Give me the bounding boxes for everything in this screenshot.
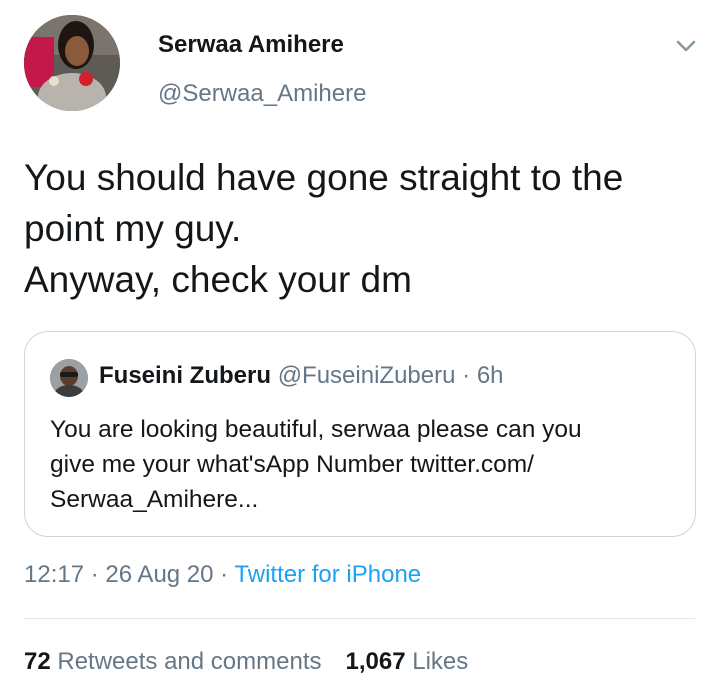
quoted-author-name: Fuseini Zuberu xyxy=(99,362,272,389)
meta-separator: · xyxy=(84,561,106,588)
tweet-stats: 72 Retweets and comments 1,067 Likes xyxy=(24,648,468,676)
likes-count: 1,067 xyxy=(345,648,406,675)
author-name[interactable]: Serwaa Amihere xyxy=(158,31,344,59)
tweet-text: You should have gone straight to the poi… xyxy=(24,152,704,305)
quoted-text: You are looking beautiful, serwaa please… xyxy=(50,412,680,517)
tweet-source-link[interactable]: Twitter for iPhone xyxy=(234,561,421,588)
tweet-time: 12:17 xyxy=(24,561,85,588)
quoted-text-line: Serwaa_Amihere... xyxy=(50,486,259,513)
tweet-detail: Serwaa Amihere @Serwaa_Amihere You shoul… xyxy=(0,0,719,686)
quoted-header: Fuseini Zuberu @FuseiniZuberu · 6h xyxy=(99,362,504,390)
tweet-text-line: You should have gone straight to the xyxy=(24,157,624,198)
author-handle[interactable]: @Serwaa_Amihere xyxy=(158,80,366,108)
likes-stat[interactable]: 1,067 Likes xyxy=(346,648,469,675)
tweet-date: 26 Aug 20 xyxy=(105,561,214,588)
retweets-label: Retweets and comments xyxy=(57,648,322,675)
meta-separator: · xyxy=(213,561,235,588)
author-avatar-photo xyxy=(24,15,120,111)
tweet-meta: 12:17 · 26 Aug 20 · Twitter for iPhone xyxy=(24,561,421,589)
quoted-timestamp: 6h xyxy=(476,362,504,389)
quoted-author-handle: @FuseiniZuberu xyxy=(277,362,456,389)
likes-label: Likes xyxy=(412,648,469,675)
retweets-count: 72 xyxy=(24,648,51,675)
retweets-stat[interactable]: 72 Retweets and comments xyxy=(24,648,322,675)
divider xyxy=(24,618,695,619)
tweet-text-line: point my guy. xyxy=(24,208,242,249)
quoted-separator: · xyxy=(462,362,471,389)
tweet-text-line: Anyway, check your dm xyxy=(24,259,412,300)
quoted-text-line: give me your what'sApp Number twitter.co… xyxy=(50,451,534,478)
quoted-author-avatar xyxy=(50,359,88,397)
quoted-text-line: You are looking beautiful, serwaa please… xyxy=(50,416,582,443)
chevron-down-icon[interactable] xyxy=(672,32,700,60)
quoted-tweet-card[interactable]: Fuseini Zuberu @FuseiniZuberu · 6h You a… xyxy=(24,331,696,537)
author-avatar[interactable] xyxy=(24,15,120,111)
